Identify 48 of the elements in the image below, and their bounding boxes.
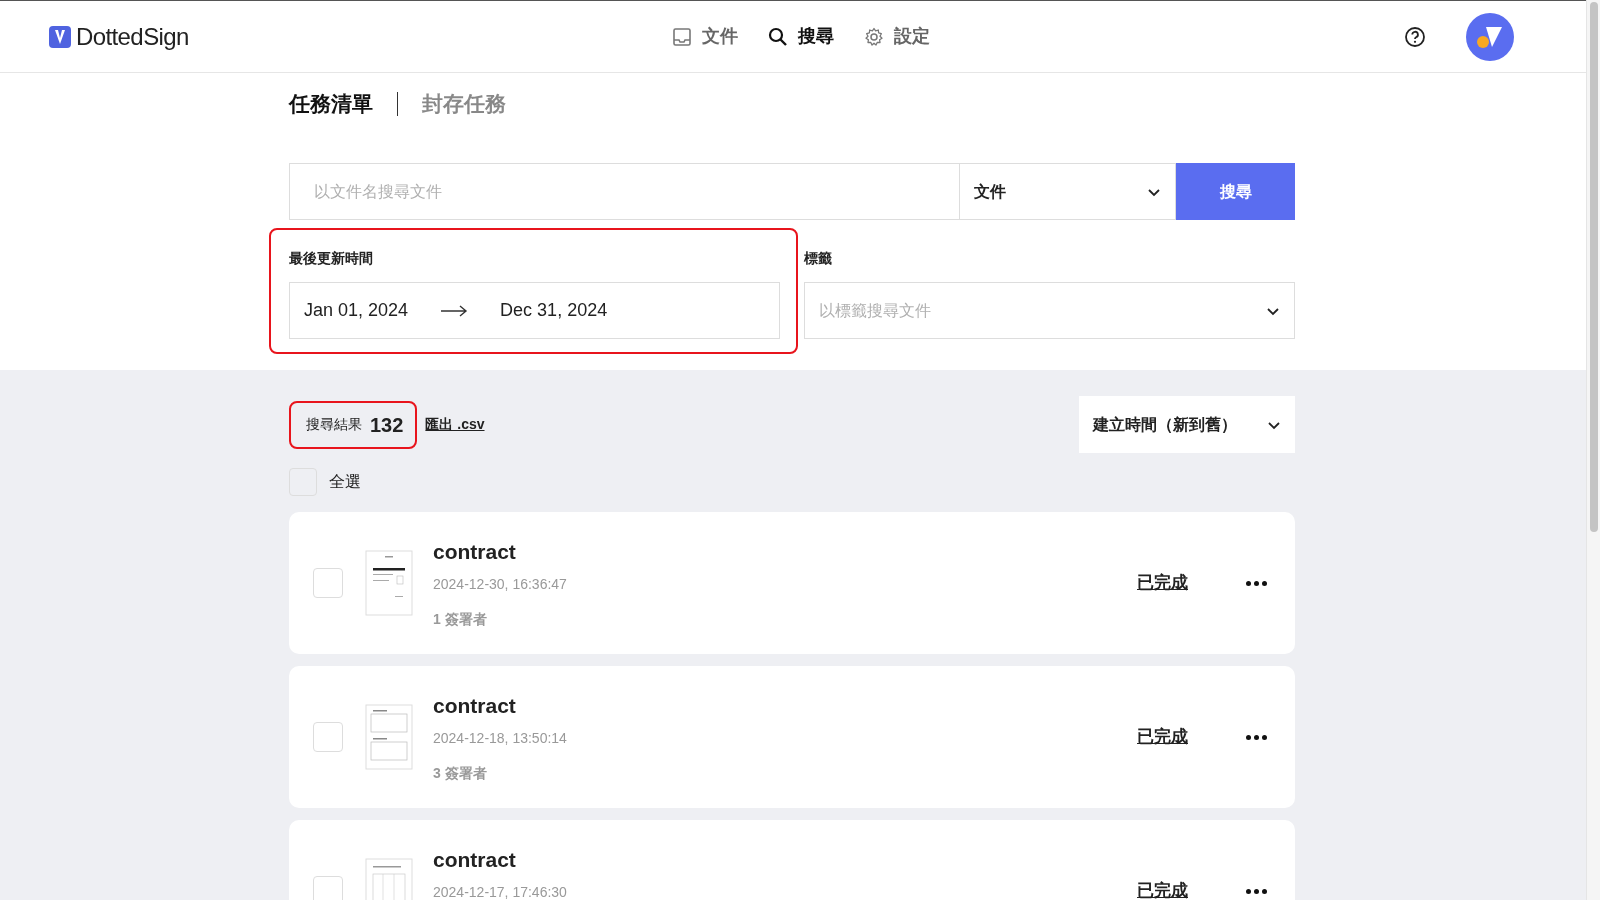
- select-all-label: 全選: [329, 472, 361, 492]
- inbox-icon: [672, 26, 692, 47]
- signer-count: 1 簽署者: [433, 610, 488, 629]
- logo-text: DottedSign: [76, 21, 189, 52]
- search-button[interactable]: 搜尋: [1176, 163, 1295, 220]
- task-card[interactable]: contract 2024-12-30, 16:36:47 1 簽署者 已完成: [289, 512, 1295, 654]
- checkbox[interactable]: [313, 568, 343, 598]
- result-count: 132: [370, 412, 404, 438]
- status-link[interactable]: 已完成: [1137, 724, 1188, 750]
- sort-dropdown[interactable]: 建立時間（新到舊）: [1079, 396, 1295, 453]
- date-range-field[interactable]: Jan 01, 2024 Dec 31, 2024: [289, 282, 780, 339]
- avatar-icon[interactable]: [1466, 12, 1514, 61]
- document-thumbnail: [365, 704, 413, 770]
- filter-label: 標籤: [804, 249, 833, 268]
- more-icon[interactable]: [1246, 734, 1267, 740]
- task-date: 2024-12-18, 13:50:14: [433, 729, 568, 748]
- scope-dropdown[interactable]: 文件: [960, 163, 1176, 220]
- task-title: contract: [433, 539, 517, 565]
- task-title: contract: [433, 693, 517, 719]
- more-icon[interactable]: [1246, 580, 1267, 586]
- status-link[interactable]: 已完成: [1137, 878, 1188, 900]
- task-card[interactable]: contract 2024-12-18, 13:50:14 3 簽署者 已完成: [289, 666, 1295, 808]
- document-thumbnail: [365, 550, 413, 616]
- task-date: 2024-12-30, 16:36:47: [433, 575, 568, 594]
- nav-item[interactable]: 設定: [864, 23, 930, 50]
- arrow-icon: [440, 303, 469, 318]
- scrollbar-thumb[interactable]: [1589, 2, 1598, 532]
- logo-icon: [48, 24, 72, 49]
- search-field[interactable]: 以文件名搜尋文件: [289, 163, 960, 220]
- checkbox[interactable]: [313, 876, 343, 900]
- gear-icon: [864, 26, 884, 47]
- filter-label: 最後更新時間: [289, 249, 374, 268]
- task-card[interactable]: contract 2024-12-17, 17:46:30 已完成: [289, 820, 1295, 900]
- nav-item[interactable]: 搜尋: [768, 23, 834, 50]
- status-link[interactable]: 已完成: [1137, 570, 1188, 596]
- scrollbar[interactable]: [1586, 0, 1600, 900]
- export-link[interactable]: 匯出 .csv: [425, 414, 485, 435]
- search-icon: [768, 26, 788, 47]
- checkbox[interactable]: [313, 722, 343, 752]
- tab[interactable]: 任務清單: [289, 88, 373, 120]
- task-title: contract: [433, 847, 517, 873]
- help-icon[interactable]: [1404, 25, 1426, 48]
- nav-item[interactable]: 文件: [672, 23, 738, 50]
- tab[interactable]: 封存任務: [422, 88, 506, 120]
- more-icon[interactable]: [1246, 888, 1267, 894]
- task-date: 2024-12-17, 17:46:30: [433, 883, 568, 900]
- signer-count: 3 簽署者: [433, 764, 488, 783]
- result-label: 搜尋結果: [306, 415, 362, 434]
